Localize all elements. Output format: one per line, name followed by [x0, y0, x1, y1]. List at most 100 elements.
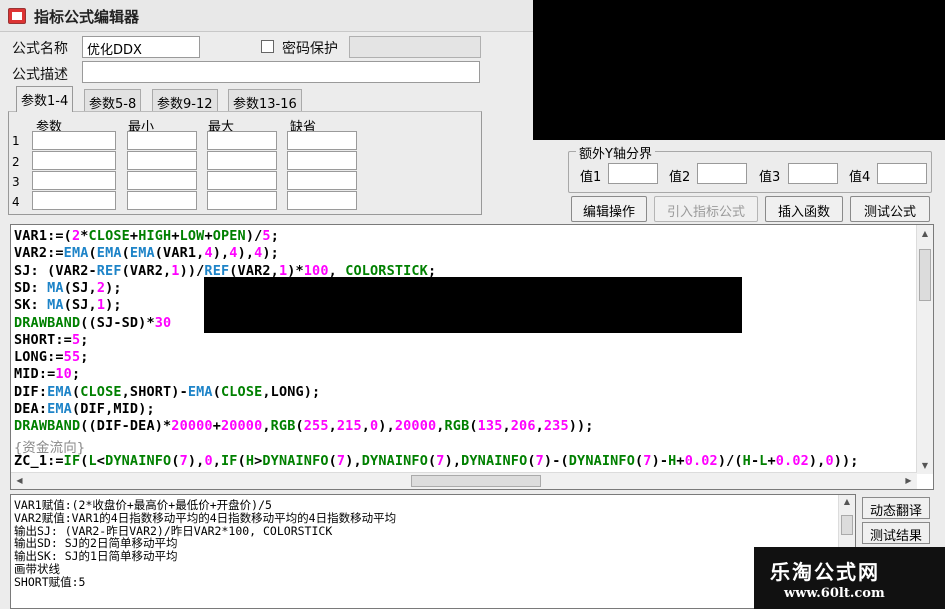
- code-token: +: [767, 452, 776, 469]
- param-row-number: 2: [12, 155, 20, 169]
- code-token: SK:: [14, 297, 48, 314]
- formula-name-input[interactable]: 优化DDX: [82, 36, 200, 58]
- param-default-cell[interactable]: [287, 171, 357, 190]
- param-default-cell[interactable]: [287, 191, 357, 210]
- code-token: ((DIF-DEA)*: [80, 418, 172, 435]
- code-token: L: [759, 452, 768, 469]
- code-token: RGB: [270, 418, 296, 435]
- title-bar[interactable]: 指标公式编辑器: [0, 0, 540, 32]
- code-token: 5: [71, 331, 81, 348]
- code-token: 4: [229, 245, 238, 262]
- tab-params-5-8[interactable]: 参数5-8: [84, 89, 142, 112]
- param-default-cell[interactable]: [287, 151, 357, 170]
- code-vertical-scrollbar[interactable]: ▲ ▼: [916, 225, 933, 474]
- code-token: ;: [270, 228, 279, 244]
- scroll-left-arrow-icon[interactable]: ◀: [11, 473, 28, 489]
- param-min-cell[interactable]: [127, 171, 197, 190]
- code-token: IF: [63, 452, 81, 469]
- password-input[interactable]: [349, 36, 481, 58]
- code-token: 206: [510, 418, 536, 435]
- redacted-area-top-right: [533, 0, 945, 140]
- code-token: 0: [204, 452, 213, 469]
- code-token: +: [212, 418, 221, 435]
- code-token: EMA: [187, 383, 213, 400]
- code-horizontal-scrollbar[interactable]: ◀ ▶: [11, 472, 917, 489]
- code-token: ),: [237, 245, 255, 262]
- code-token: CLOSE: [88, 228, 130, 244]
- code-token: 135: [477, 418, 503, 435]
- scroll-up-arrow-icon[interactable]: ▲: [839, 497, 855, 506]
- formula-desc-input[interactable]: [82, 61, 480, 83]
- param-max-cell[interactable]: [207, 191, 277, 210]
- code-token: );: [105, 297, 122, 314]
- scroll-right-arrow-icon[interactable]: ▶: [900, 473, 917, 489]
- param-row-number: 3: [12, 175, 20, 189]
- y-value-4-input[interactable]: [877, 163, 927, 184]
- code-token: 0: [825, 452, 834, 469]
- code-token: MA: [47, 279, 64, 296]
- code-token: +: [129, 228, 139, 244]
- code-token: <: [96, 452, 106, 469]
- code-token: 55: [63, 349, 81, 366]
- code-token: ,SHORT)-: [121, 383, 188, 400]
- scroll-thumb[interactable]: [919, 249, 931, 301]
- param-name-cell[interactable]: [32, 191, 116, 210]
- param-max-cell[interactable]: [207, 171, 277, 190]
- tab-params-13-16[interactable]: 参数13-16: [228, 89, 302, 112]
- scroll-thumb[interactable]: [841, 515, 853, 535]
- param-name-cell[interactable]: [32, 171, 116, 190]
- param-default-cell[interactable]: [287, 131, 357, 150]
- password-checkbox[interactable]: [261, 40, 274, 53]
- edit-operation-button[interactable]: 编辑操作: [571, 196, 647, 222]
- code-editor[interactable]: VAR1:=(2*CLOSE+HIGH+LOW+OPEN)/5; VAR2:=EM…: [10, 224, 934, 490]
- code-token: ,: [436, 418, 445, 435]
- param-max-cell[interactable]: [207, 151, 277, 170]
- code-token: (SJ,: [63, 297, 97, 314]
- test-result-button[interactable]: 测试结果: [862, 522, 930, 544]
- code-token: ),: [808, 452, 826, 469]
- code-token: EMA: [129, 245, 155, 262]
- code-token: 1: [96, 297, 106, 314]
- code-token: (: [328, 452, 337, 469]
- param-name-cell[interactable]: [32, 151, 116, 170]
- translation-pane[interactable]: VAR1赋值:(2*收盘价+最高价+最低价+开盘价)/5 VAR2赋值:VAR1的…: [10, 494, 856, 609]
- code-token: DRAWBAND: [14, 418, 81, 435]
- code-token: ;: [80, 331, 89, 348]
- test-formula-button[interactable]: 测试公式: [850, 196, 930, 222]
- y-value-4-label: 值4: [849, 170, 871, 185]
- y-value-2-input[interactable]: [697, 163, 747, 184]
- y-value-3-input[interactable]: [788, 163, 838, 184]
- code-token: EMA: [96, 245, 122, 262]
- param-min-cell[interactable]: [127, 151, 197, 170]
- code-token: ;: [80, 349, 89, 366]
- y-value-1-input[interactable]: [608, 163, 658, 184]
- code-token: 2: [71, 228, 81, 244]
- code-token: 10: [55, 366, 72, 383]
- param-name-cell[interactable]: [32, 131, 116, 150]
- scroll-down-arrow-icon[interactable]: ▼: [917, 457, 933, 474]
- code-token: 235: [543, 418, 569, 435]
- scroll-thumb[interactable]: [411, 475, 541, 487]
- code-token: 7: [436, 452, 445, 469]
- param-max-cell[interactable]: [207, 131, 277, 150]
- code-token: DIF:: [14, 383, 48, 400]
- code-token: H: [742, 452, 751, 469]
- param-min-cell[interactable]: [127, 191, 197, 210]
- tab-params-1-4[interactable]: 参数1-4: [16, 86, 74, 112]
- code-token: 20000: [220, 418, 263, 435]
- scroll-up-arrow-icon[interactable]: ▲: [917, 225, 933, 242]
- param-min-cell[interactable]: [127, 131, 197, 150]
- code-token: (SJ,: [63, 279, 97, 296]
- code-token: SD:: [14, 279, 48, 296]
- dynamic-translate-button[interactable]: 动态翻译: [862, 497, 930, 519]
- redacted-area-code: [204, 277, 742, 333]
- code-token: (: [527, 452, 536, 469]
- code-token: (: [71, 383, 81, 400]
- tab-params-9-12[interactable]: 参数9-12: [152, 89, 218, 112]
- insert-function-button[interactable]: 插入函数: [765, 196, 843, 222]
- code-token: DEA:: [14, 401, 48, 417]
- code-token: ),: [212, 245, 230, 262]
- code-token: MA: [47, 297, 64, 314]
- y-value-1-label: 值1: [580, 170, 602, 185]
- import-indicator-button[interactable]: 引入指标公式: [654, 196, 758, 222]
